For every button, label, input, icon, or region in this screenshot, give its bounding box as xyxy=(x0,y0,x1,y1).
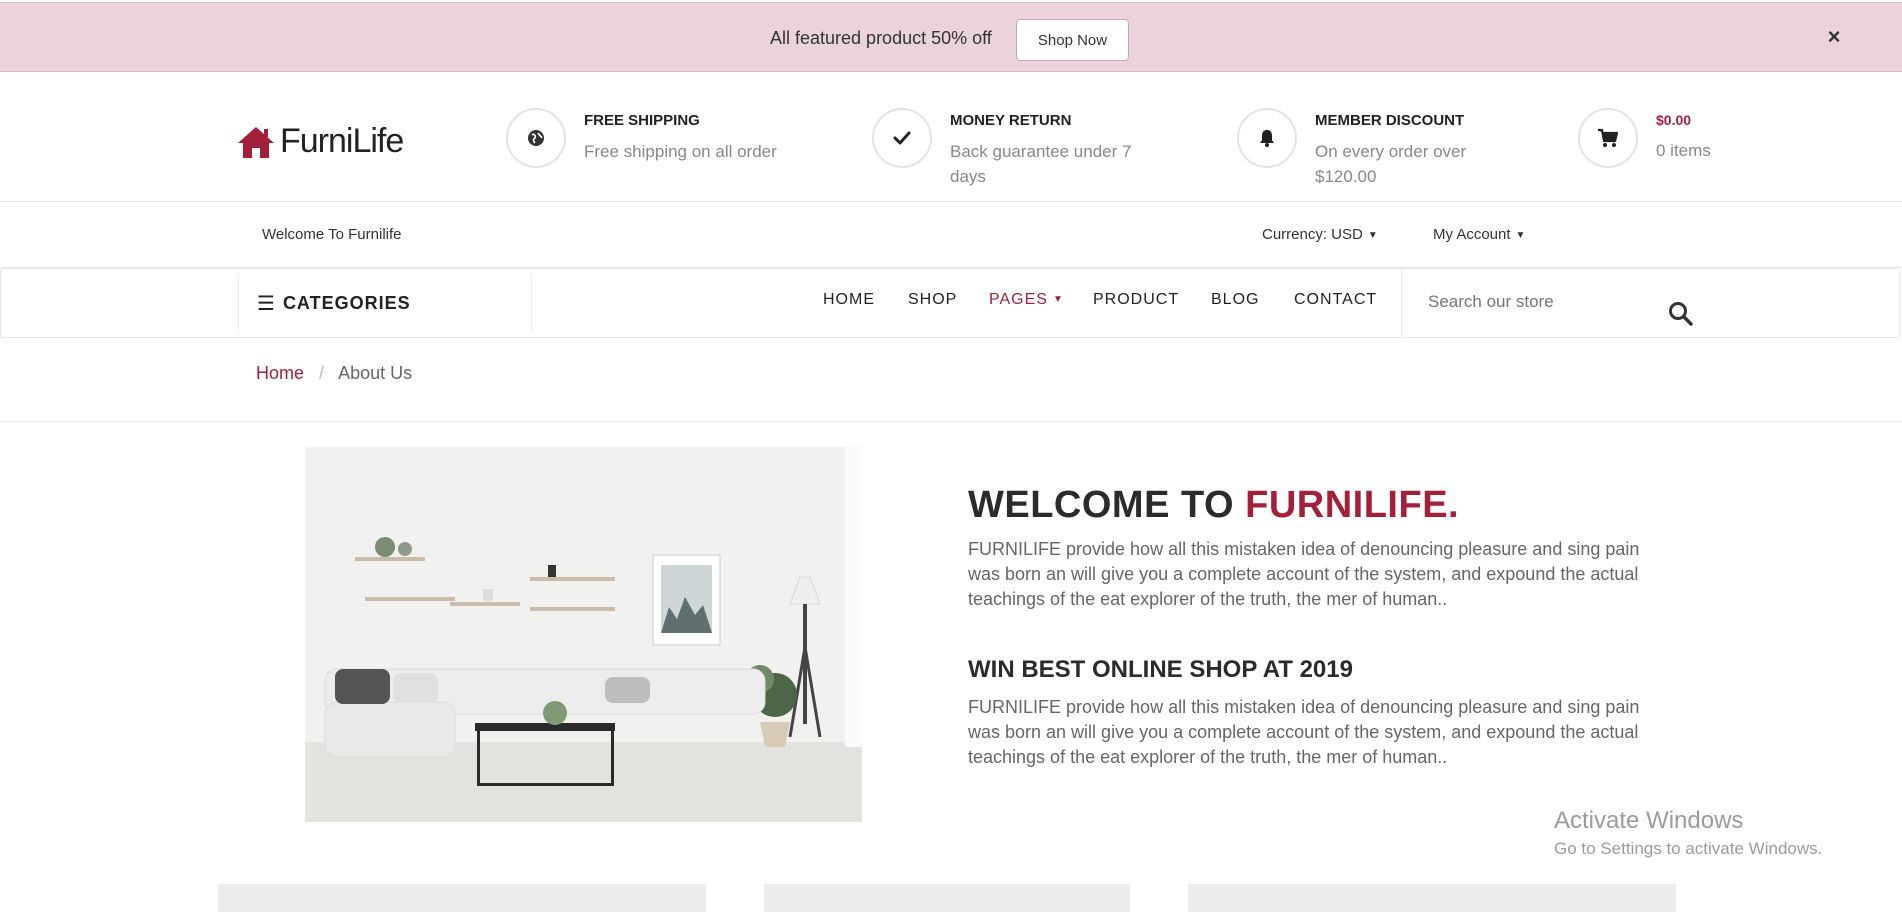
cart[interactable]: $0.00 0 items xyxy=(1578,108,1716,168)
house-icon xyxy=(238,126,274,158)
feature-subtitle: Back guarantee under 7 days xyxy=(950,142,1132,186)
promo-text: All featured product 50% off xyxy=(770,28,992,48)
breadcrumb-home[interactable]: Home xyxy=(256,363,304,383)
shop-now-button[interactable]: Shop Now xyxy=(1016,19,1129,61)
feature-title: MONEY RETURN xyxy=(950,112,1072,129)
main-nav: ☰ CATEGORIES HOME SHOP PAGES ▼ PRODUCT BL… xyxy=(0,268,1900,339)
feature-free-shipping: FREE SHIPPING Free shipping on all order xyxy=(506,108,804,168)
activate-subtitle: Go to Settings to activate Windows. xyxy=(1554,839,1823,858)
breadcrumb: Home / About Us xyxy=(256,363,412,384)
activate-windows-watermark: Activate Windows Go to Settings to activ… xyxy=(1554,807,1822,859)
chevron-down-icon: ▼ xyxy=(1367,229,1378,241)
top-line: Welcome To Furnilife Currency: USD ▼ My A… xyxy=(0,202,1902,268)
welcome-text: Welcome To Furnilife xyxy=(262,226,402,243)
currency-label: Currency: USD xyxy=(1262,226,1363,243)
globe-icon xyxy=(506,108,566,168)
breadcrumb-separator: / xyxy=(319,363,325,383)
menu-icon: ☰ xyxy=(257,292,275,315)
about-heading: WELCOME TO FURNILIFE. xyxy=(968,484,1459,527)
nav-shop[interactable]: SHOP xyxy=(908,291,957,309)
categories-label: CATEGORIES xyxy=(282,292,411,313)
feature-money-return: MONEY RETURN Back guarantee under 7 days xyxy=(872,108,1150,189)
header-main: FurniLife FREE SHIPPING Free shipping on… xyxy=(0,72,1902,202)
team-card xyxy=(218,884,706,912)
cart-price: $0.00 xyxy=(1656,112,1692,128)
cart-items: 0 items xyxy=(1656,141,1711,160)
team-card xyxy=(1188,884,1676,912)
about-paragraph-1: FURNILIFE provide how all this mistaken … xyxy=(968,539,1640,609)
logo-text: FurniLife xyxy=(280,122,404,160)
close-icon[interactable]: × xyxy=(1822,25,1846,49)
currency-dropdown[interactable]: Currency: USD ▼ xyxy=(1262,226,1378,243)
feature-title: MEMBER DISCOUNT xyxy=(1315,112,1465,129)
feature-member-discount: MEMBER DISCOUNT On every order over $120… xyxy=(1237,108,1515,189)
check-icon xyxy=(872,108,932,168)
nav-product[interactable]: PRODUCT xyxy=(1093,291,1179,309)
award-heading: WIN BEST ONLINE SHOP AT 2019 xyxy=(968,656,1353,683)
about-paragraph-2: FURNILIFE provide how all this mistaken … xyxy=(968,697,1640,767)
divider xyxy=(0,421,1902,422)
about-image xyxy=(305,447,862,822)
nav-blog[interactable]: BLOG xyxy=(1211,291,1259,309)
bell-icon xyxy=(1237,108,1297,168)
search-icon[interactable] xyxy=(1668,301,1694,327)
chevron-down-icon: ▼ xyxy=(1052,294,1064,306)
team-card xyxy=(764,884,1130,912)
nav-pages[interactable]: PAGES ▼ xyxy=(989,291,1064,309)
account-dropdown[interactable]: My Account ▼ xyxy=(1433,226,1525,243)
nav-contact[interactable]: CONTACT xyxy=(1294,291,1377,309)
search-input[interactable] xyxy=(1414,279,1642,325)
activate-title: Activate Windows xyxy=(1554,807,1744,834)
logo[interactable]: FurniLife xyxy=(236,122,404,161)
about-heading-brand: FURNILIFE. xyxy=(1245,484,1460,526)
account-label: My Account xyxy=(1433,226,1511,243)
about-heading-prefix: WELCOME TO xyxy=(968,484,1246,526)
feature-subtitle: Free shipping on all order xyxy=(584,142,777,161)
chevron-down-icon: ▼ xyxy=(1515,229,1526,241)
search-area xyxy=(1401,269,1694,339)
nav-pages-label: PAGES xyxy=(989,291,1048,308)
feature-subtitle: On every order over $120.00 xyxy=(1315,142,1467,186)
promo-bar: All featured product 50% off Shop Now × xyxy=(0,2,1902,72)
cart-icon[interactable] xyxy=(1578,108,1638,168)
feature-title: FREE SHIPPING xyxy=(584,112,700,129)
breadcrumb-current: About Us xyxy=(338,363,413,383)
categories-button[interactable]: ☰ CATEGORIES xyxy=(238,273,532,333)
nav-home[interactable]: HOME xyxy=(823,291,875,309)
